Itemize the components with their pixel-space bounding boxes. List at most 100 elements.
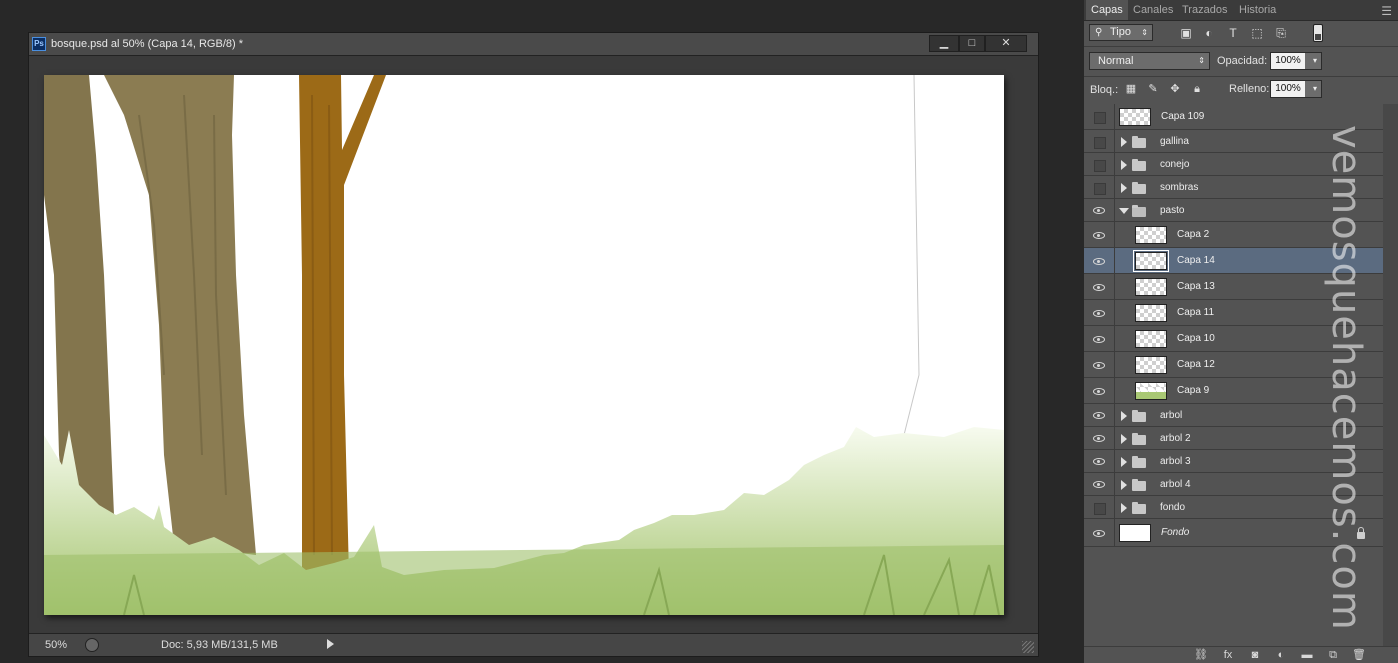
expand-down-icon[interactable]	[1119, 207, 1129, 214]
adjustment-layer-icon[interactable]: ◐	[1274, 649, 1288, 661]
smart-object-filter-icon[interactable]: ⎘	[1274, 26, 1288, 40]
lock-all-icon[interactable]: 🔒︎	[1191, 83, 1203, 95]
tab-historia[interactable]: Historia	[1234, 0, 1281, 20]
layer-name[interactable]: conejo	[1160, 159, 1189, 170]
status-menu-arrow-icon[interactable]	[327, 639, 334, 649]
layer-name[interactable]: Capa 13	[1177, 281, 1215, 292]
layer-mask-icon[interactable]: ◙	[1248, 649, 1262, 661]
layer-name[interactable]: Capa 12	[1177, 359, 1215, 370]
new-layer-icon[interactable]: ⧉	[1326, 649, 1340, 661]
type-filter-icon[interactable]: T	[1226, 26, 1240, 40]
opacity-input[interactable]: 100% ▾	[1270, 52, 1322, 70]
visibility-toggle[interactable]	[1084, 352, 1115, 377]
status-icon[interactable]	[85, 638, 99, 652]
close-button[interactable]: ✕	[985, 35, 1027, 52]
tab-trazados[interactable]: Trazados	[1177, 0, 1232, 20]
document-titlebar[interactable]: Ps bosque.psd al 50% (Capa 14, RGB/8) * …	[29, 33, 1038, 56]
expand-right-icon[interactable]	[1121, 182, 1127, 193]
layer-name[interactable]: Fondo	[1161, 527, 1189, 538]
visibility-toggle[interactable]	[1084, 248, 1115, 273]
visibility-toggle[interactable]	[1084, 404, 1115, 426]
link-layers-icon[interactable]: ⛓	[1194, 649, 1208, 661]
visibility-toggle[interactable]	[1084, 153, 1115, 175]
visibility-toggle[interactable]	[1084, 519, 1115, 546]
expand-right-icon[interactable]	[1121, 456, 1127, 467]
hidden-box-icon	[1094, 502, 1106, 515]
layer-name[interactable]: arbol 2	[1160, 433, 1191, 444]
chevron-down-icon[interactable]: ▾	[1313, 53, 1317, 69]
opacity-label: Opacidad:	[1217, 55, 1268, 67]
visibility-toggle[interactable]	[1084, 473, 1115, 495]
layers-scrollbar[interactable]	[1383, 104, 1398, 646]
layer-name[interactable]: pasto	[1160, 205, 1184, 216]
lock-transparency-icon[interactable]: ▦	[1125, 83, 1137, 95]
eye-icon	[1093, 387, 1105, 395]
expand-right-icon[interactable]	[1121, 136, 1127, 147]
layer-name[interactable]: Capa 10	[1177, 333, 1215, 344]
expand-right-icon[interactable]	[1121, 410, 1127, 421]
trash-icon[interactable]: 🗑︎	[1352, 649, 1366, 661]
lock-brush-icon[interactable]: ✎	[1147, 83, 1159, 95]
layer-name[interactable]: sombras	[1160, 182, 1198, 193]
visibility-toggle[interactable]	[1084, 378, 1115, 403]
expand-right-icon[interactable]	[1121, 433, 1127, 444]
new-group-icon[interactable]: ▬	[1300, 649, 1314, 661]
visibility-toggle[interactable]	[1084, 176, 1115, 198]
fx-icon[interactable]: fx	[1221, 649, 1235, 661]
filter-kind-select[interactable]: ⚲ Tipo ⇕	[1089, 24, 1153, 41]
layer-name[interactable]: fondo	[1160, 502, 1185, 513]
expand-right-icon[interactable]	[1121, 502, 1127, 513]
visibility-toggle[interactable]	[1084, 199, 1115, 221]
visibility-toggle[interactable]	[1084, 104, 1115, 129]
hidden-box-icon	[1094, 112, 1106, 124]
visibility-toggle[interactable]	[1084, 300, 1115, 325]
layer-name[interactable]: Capa 2	[1177, 229, 1209, 240]
updown-arrow-icon: ⇕	[1198, 56, 1205, 65]
opacity-value[interactable]: 100%	[1271, 53, 1305, 69]
folder-icon	[1132, 204, 1146, 217]
layer-name[interactable]: arbol 4	[1160, 479, 1191, 490]
layer-name[interactable]: Capa 9	[1177, 385, 1209, 396]
visibility-toggle[interactable]	[1084, 496, 1115, 518]
lock-position-icon[interactable]: ✥	[1169, 83, 1181, 95]
layer-name[interactable]: Capa 14	[1177, 255, 1215, 266]
minimize-button[interactable]: ▁	[929, 35, 959, 52]
panel-menu-icon[interactable]: ☰	[1381, 4, 1392, 18]
tree-trunk-large	[104, 75, 256, 555]
document-window: Ps bosque.psd al 50% (Capa 14, RGB/8) * …	[28, 32, 1039, 657]
folder-icon	[1132, 158, 1146, 171]
zoom-level[interactable]: 50%	[45, 639, 67, 651]
eye-icon	[1093, 231, 1105, 239]
shape-filter-icon[interactable]: ⬚	[1250, 26, 1264, 40]
folder-icon	[1132, 455, 1146, 468]
layer-name[interactable]: Capa 11	[1177, 307, 1214, 318]
layer-name[interactable]: gallina	[1160, 136, 1189, 147]
tab-canales[interactable]: Canales	[1128, 0, 1178, 20]
panel-tabs: Capas Canales Trazados Historia ☰	[1084, 0, 1398, 21]
maximize-button[interactable]: □	[959, 35, 985, 52]
fill-value[interactable]: 100%	[1271, 81, 1305, 97]
eye-icon	[1093, 412, 1105, 419]
pixel-filter-icon[interactable]: ▣	[1179, 26, 1193, 40]
filter-toggle[interactable]	[1313, 24, 1323, 42]
visibility-toggle[interactable]	[1084, 450, 1115, 472]
chevron-down-icon[interactable]: ▾	[1313, 81, 1317, 97]
layer-name[interactable]: arbol	[1160, 410, 1182, 421]
fill-input[interactable]: 100% ▾	[1270, 80, 1322, 98]
adjustment-filter-icon[interactable]: ◐	[1202, 26, 1216, 40]
layer-name[interactable]: Capa 109	[1161, 111, 1204, 122]
expand-right-icon[interactable]	[1121, 479, 1127, 490]
visibility-toggle[interactable]	[1084, 274, 1115, 299]
canvas-area[interactable]	[29, 56, 1038, 634]
resize-grip-icon[interactable]	[1022, 641, 1034, 653]
blend-mode-select[interactable]: Normal ⇕	[1089, 52, 1210, 70]
visibility-toggle[interactable]	[1084, 427, 1115, 449]
expand-right-icon[interactable]	[1121, 159, 1127, 170]
visibility-toggle[interactable]	[1084, 222, 1115, 247]
layer-name[interactable]: arbol 3	[1160, 456, 1191, 467]
tab-capas[interactable]: Capas	[1086, 0, 1128, 20]
photoshop-icon: Ps	[32, 37, 46, 51]
visibility-toggle[interactable]	[1084, 130, 1115, 152]
canvas[interactable]	[44, 75, 1004, 615]
visibility-toggle[interactable]	[1084, 326, 1115, 351]
